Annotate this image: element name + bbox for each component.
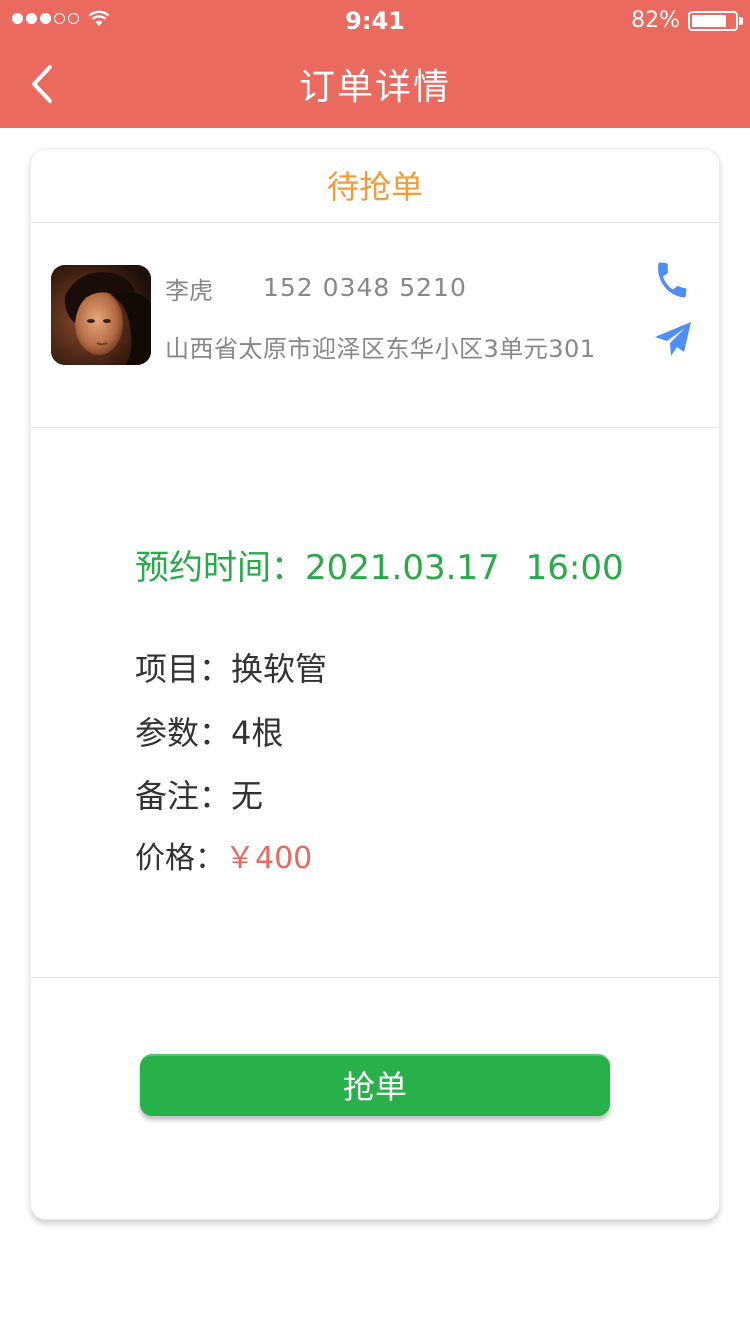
detail-row-price: 价格：￥400 [135, 833, 312, 877]
project-value: 换软管 [231, 650, 328, 688]
chevron-left-icon [32, 65, 52, 103]
remark-value: 无 [231, 777, 264, 815]
params-label: 参数： [135, 714, 232, 752]
appointment-date: 2021.03.17 [305, 548, 500, 588]
phone-icon [658, 262, 687, 298]
battery-icon [688, 11, 738, 31]
paper-plane-icon [655, 322, 691, 356]
detail-row-remark: 备注：无 [135, 771, 263, 817]
customer-name: 李虎 [165, 277, 213, 305]
grab-order-button[interactable]: 抢单 [140, 1054, 610, 1116]
appointment-time: 预约时间：2021.03.17 16:00 [135, 540, 624, 589]
remark-label: 备注： [135, 777, 232, 815]
battery-fill [692, 15, 726, 27]
page-title: 订单详情 [298, 67, 451, 108]
price-label: 价格： [135, 841, 225, 876]
status-bar: 9:41 82% [0, 0, 750, 40]
battery-percent: 82% [631, 8, 680, 33]
order-details: 预约时间：2021.03.17 16:00 项目：换软管 参数：4根 备注：无 价… [31, 428, 719, 978]
avatar-portrait [51, 265, 151, 365]
customer-phone: 152 0348 5210 [263, 273, 467, 302]
customer-info: 李虎 152 0348 5210 山西省太原市迎泽区东华小区3单元301 [31, 223, 719, 428]
back-button[interactable] [24, 60, 64, 108]
project-label: 项目： [135, 650, 232, 688]
price-value: ￥400 [225, 841, 313, 876]
order-status: 待抢单 [31, 149, 719, 223]
app-header: 9:41 82% 订单详情 [0, 0, 750, 128]
params-value: 4根 [231, 714, 284, 752]
call-button[interactable] [651, 259, 693, 301]
detail-row-params: 参数：4根 [135, 708, 283, 754]
detail-row-project: 项目：换软管 [135, 644, 327, 690]
avatar [51, 265, 151, 365]
customer-address: 山西省太原市迎泽区东华小区3单元301 [165, 335, 596, 363]
appointment-label: 预约时间： [135, 548, 305, 588]
navigate-button[interactable] [653, 319, 693, 359]
order-card: 待抢单 李虎 152 0348 5210 山西省太原市迎泽区东华小区3单元301… [30, 148, 720, 1220]
battery-cap [739, 17, 743, 25]
appointment-hour: 16:00 [525, 548, 624, 588]
